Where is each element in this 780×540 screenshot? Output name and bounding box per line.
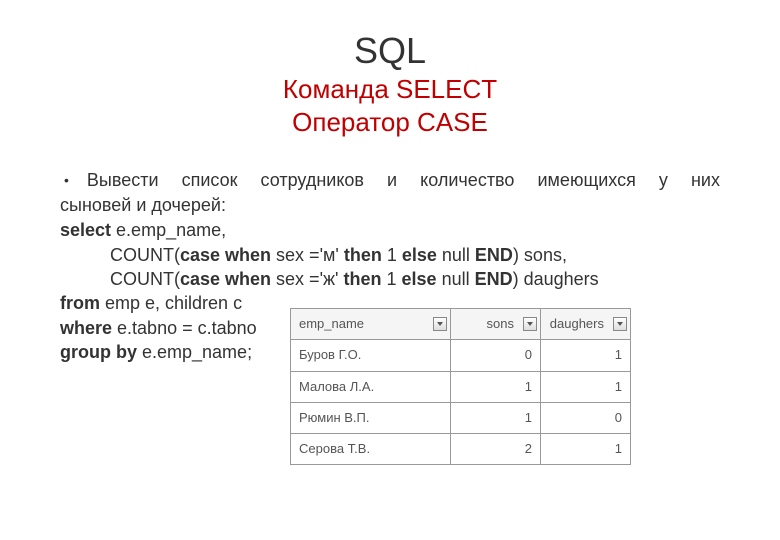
title-block: SQL Команда SELECT Оператор CASE — [60, 30, 720, 138]
dropdown-icon[interactable] — [613, 317, 627, 331]
code-text: e.emp_name; — [137, 342, 252, 362]
kw-else: else — [402, 269, 437, 289]
cell-daughers: 1 — [541, 371, 631, 402]
header-daughers[interactable]: daughers — [541, 309, 631, 340]
kw-end: END — [475, 245, 513, 265]
kw-group-by: group by — [60, 342, 137, 362]
code-text: COUNT( — [110, 245, 180, 265]
table-row: Серова Т.В. 2 1 — [291, 433, 631, 464]
cell-daughers: 0 — [541, 402, 631, 433]
code-text: e.tabno = c.tabno — [112, 318, 257, 338]
code-text: ) sons, — [513, 245, 567, 265]
table-header-row: emp_name sons daughers — [291, 309, 631, 340]
table-row: Рюмин В.П. 1 0 — [291, 402, 631, 433]
header-label: daughers — [550, 315, 622, 333]
code-text: 1 — [382, 245, 402, 265]
slide-content: SQL Команда SELECT Оператор CASE • Вывес… — [0, 0, 780, 495]
code-text: sex ='м' — [271, 245, 344, 265]
code-text: sex ='ж' — [271, 269, 343, 289]
header-sons[interactable]: sons — [451, 309, 541, 340]
title-sub2: Оператор CASE — [60, 107, 720, 138]
kw-end: END — [475, 269, 513, 289]
cell-name: Рюмин В.П. — [291, 402, 451, 433]
task-line1: Вывести список сотрудников и количество … — [87, 168, 720, 193]
cell-daughers: 1 — [541, 433, 631, 464]
code-text: COUNT( — [110, 269, 180, 289]
result-table-container: emp_name sons daughers — [290, 308, 720, 465]
kw-then: then — [344, 269, 382, 289]
cell-daughers: 1 — [541, 340, 631, 371]
kw-case-when: case when — [180, 245, 271, 265]
title-main: SQL — [60, 30, 720, 72]
result-table: emp_name sons daughers — [290, 308, 631, 465]
cell-name: Малова Л.А. — [291, 371, 451, 402]
code-text: null — [437, 269, 475, 289]
kw-from: from — [60, 293, 100, 313]
header-emp-name[interactable]: emp_name — [291, 309, 451, 340]
cell-sons: 1 — [451, 371, 541, 402]
header-label: emp_name — [299, 315, 382, 333]
code-text: null — [437, 245, 475, 265]
cell-name: Серова Т.В. — [291, 433, 451, 464]
dropdown-icon[interactable] — [523, 317, 537, 331]
body-text: • Вывести список сотрудников и количеств… — [60, 168, 720, 465]
cell-name: Буров Г.О. — [291, 340, 451, 371]
code-text: 1 — [382, 269, 402, 289]
cell-sons: 0 — [451, 340, 541, 371]
table-row: Малова Л.А. 1 1 — [291, 371, 631, 402]
cell-sons: 2 — [451, 433, 541, 464]
dropdown-icon[interactable] — [433, 317, 447, 331]
title-sub1: Команда SELECT — [60, 74, 720, 105]
kw-then: then — [344, 245, 382, 265]
bullet-icon: • — [64, 168, 69, 193]
code-text: e.emp_name, — [111, 220, 226, 240]
kw-else: else — [402, 245, 437, 265]
task-line2: сыновей и дочерей: — [60, 193, 720, 218]
cell-sons: 1 — [451, 402, 541, 433]
table-row: Буров Г.О. 0 1 — [291, 340, 631, 371]
code-text: ) daughers — [513, 269, 599, 289]
kw-select: select — [60, 220, 111, 240]
kw-where: where — [60, 318, 112, 338]
code-text: emp e, children c — [100, 293, 242, 313]
kw-case-when: case when — [180, 269, 271, 289]
